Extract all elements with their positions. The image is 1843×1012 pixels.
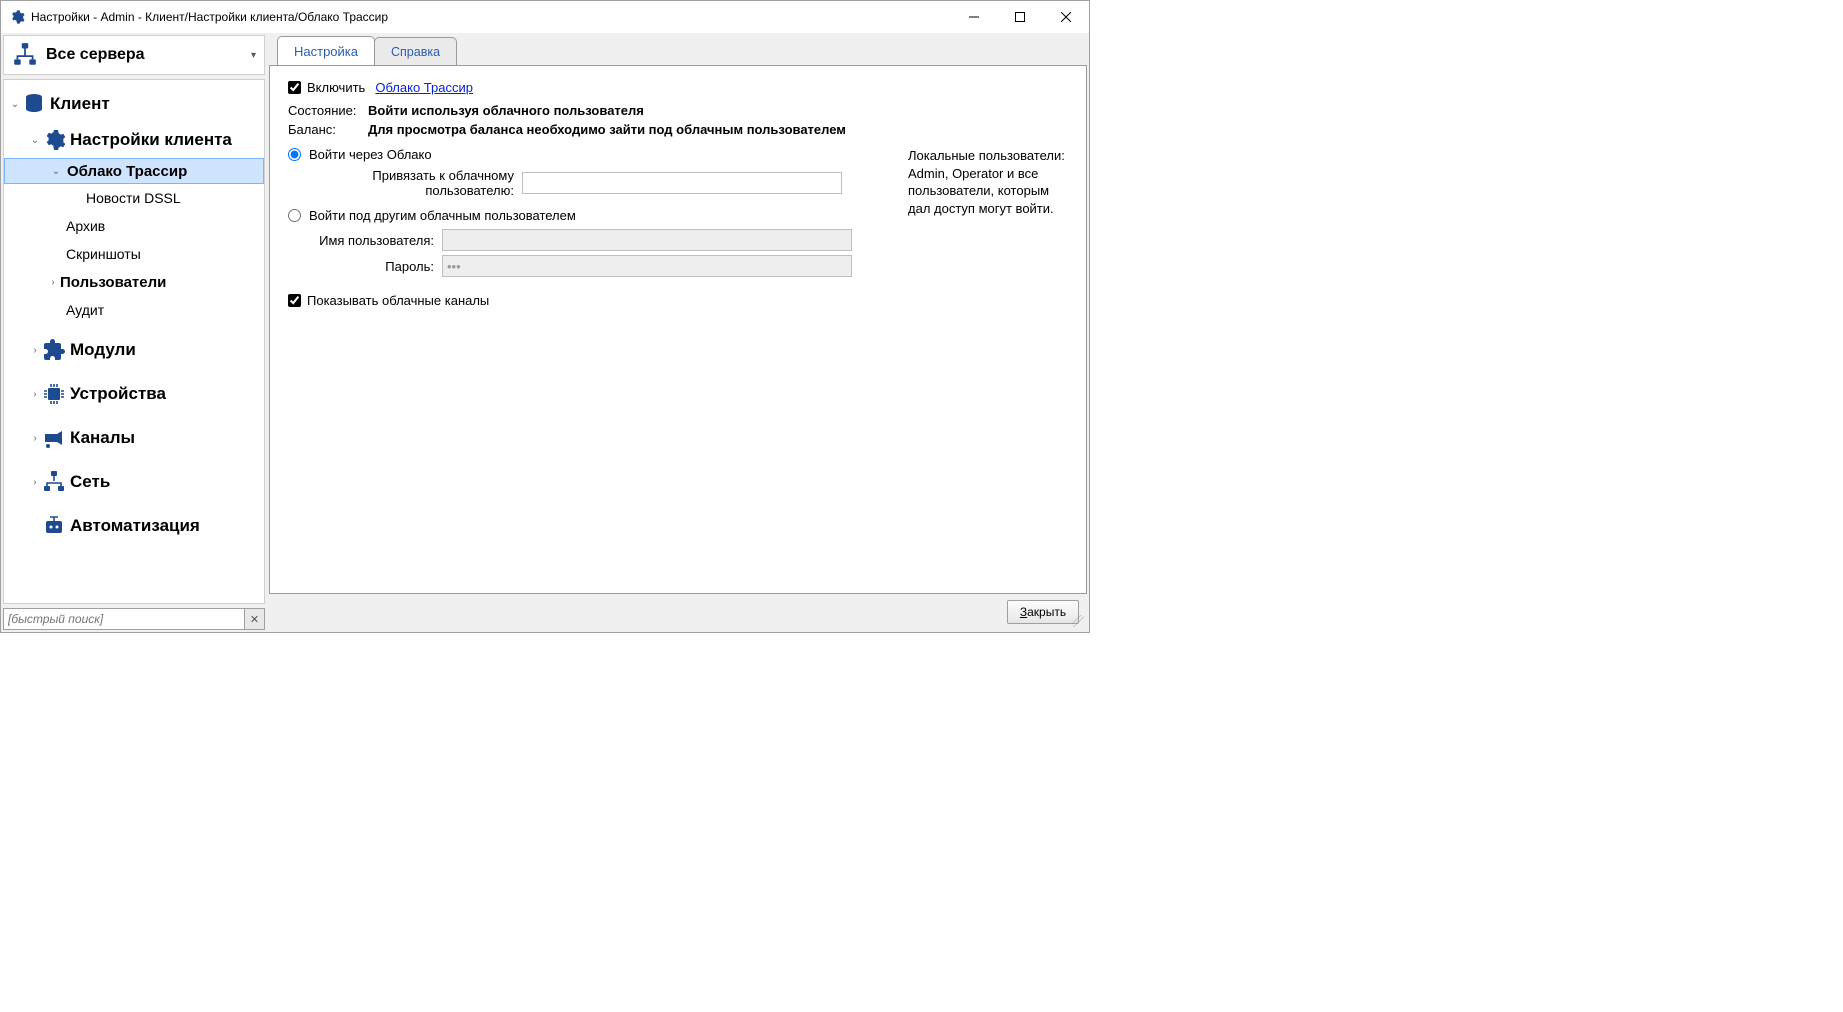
show-cloud-channels-checkbox[interactable] (288, 294, 301, 307)
tree-item-client-settings[interactable]: ⌄ Настройки клиента (4, 122, 264, 158)
password-input[interactable] (442, 255, 852, 277)
window-title: Настройки - Admin - Клиент/Настройки кли… (31, 10, 951, 24)
tree-label: Облако Трассир (67, 163, 187, 180)
tree-item-client[interactable]: ⌄ Клиент (4, 86, 264, 122)
minimize-button[interactable] (951, 1, 997, 33)
maximize-button[interactable] (997, 1, 1043, 33)
tree-label: Настройки клиента (70, 130, 232, 150)
tree-label: Сеть (70, 472, 110, 492)
server-selector[interactable]: Все сервера ▾ (3, 35, 265, 75)
gear-icon (42, 128, 66, 152)
bind-user-input[interactable] (522, 172, 842, 194)
state-value: Войти используя облачного пользователя (368, 103, 644, 118)
tab-help[interactable]: Справка (374, 37, 457, 65)
window-controls (951, 1, 1089, 33)
tree-label: Архив (66, 218, 105, 234)
chevron-down-icon[interactable]: ⌄ (28, 135, 42, 146)
tree-label: Аудит (66, 302, 104, 318)
tree-item-cloud-trassir[interactable]: ⌄ Облако Трассир (4, 158, 264, 184)
puzzle-icon (42, 338, 66, 362)
robot-icon (42, 514, 66, 538)
tree-label: Новости DSSL (86, 190, 181, 206)
tab-settings[interactable]: Настройка (277, 36, 375, 65)
tree-item-news-dssl[interactable]: Новости DSSL (4, 184, 264, 212)
login-other-label: Войти под другим облачным пользователем (309, 208, 576, 223)
tree-item-modules[interactable]: › Модули (4, 332, 264, 368)
username-input[interactable] (442, 229, 852, 251)
tree-item-channels[interactable]: › Каналы (4, 420, 264, 456)
chevron-right-icon[interactable]: › (28, 345, 42, 356)
enable-checkbox[interactable] (288, 81, 301, 94)
footer: Закрыть (269, 594, 1087, 630)
login-cloud-radio[interactable] (288, 148, 301, 161)
close-button[interactable] (1043, 1, 1089, 33)
server-selector-label: Все сервера (46, 46, 251, 64)
tree-label: Каналы (70, 428, 135, 448)
tree-item-audit[interactable]: Аудит (4, 296, 264, 324)
chevron-down-icon[interactable]: ⌄ (49, 166, 63, 177)
tree-label: Устройства (70, 384, 166, 404)
login-other-radio[interactable] (288, 209, 301, 222)
titlebar: Настройки - Admin - Клиент/Настройки кли… (1, 1, 1089, 33)
tree-label: Модули (70, 340, 136, 360)
chip-icon (42, 382, 66, 406)
login-cloud-label: Войти через Облако (309, 147, 432, 162)
clear-search-button[interactable]: ✕ (245, 608, 265, 630)
bind-user-label: Привязать к облачному пользователю: (312, 168, 522, 198)
tree-label: Автоматизация (70, 516, 200, 536)
sidebar: Все сервера ▾ ⌄ Клиент ⌄ Настройки клиен… (3, 35, 265, 630)
password-label: Пароль: (312, 259, 442, 274)
network-icon (42, 470, 66, 494)
tree-item-screenshots[interactable]: Скриншоты (4, 240, 264, 268)
chevron-down-icon[interactable]: ⌄ (8, 99, 22, 110)
tree-item-devices[interactable]: › Устройства (4, 376, 264, 412)
chevron-right-icon[interactable]: › (28, 477, 42, 488)
tab-label: Справка (391, 45, 440, 59)
quick-search: ✕ (3, 608, 265, 630)
tree-item-automation[interactable]: Автоматизация (4, 508, 264, 544)
show-cloud-channels-wrapper[interactable]: Показывать облачные каналы (288, 293, 489, 308)
enable-label: Включить (307, 80, 365, 95)
tree-label: Клиент (50, 94, 110, 114)
tree-label: Скриншоты (66, 246, 141, 262)
main-panel: Настройка Справка Включить Облако Трасси… (269, 35, 1087, 630)
tree-item-archive[interactable]: Архив (4, 212, 264, 240)
nav-tree: ⌄ Клиент ⌄ Настройки клиента ⌄ Облако Тр… (3, 79, 265, 604)
balance-value: Для просмотра баланса необходимо зайти п… (368, 122, 846, 137)
chevron-right-icon[interactable]: › (48, 277, 58, 288)
close-dialog-button[interactable]: Закрыть (1007, 600, 1079, 624)
tree-item-network[interactable]: › Сеть (4, 464, 264, 500)
camera-icon (42, 426, 66, 450)
balance-label: Баланс: (288, 122, 358, 137)
settings-window: Настройки - Admin - Клиент/Настройки кли… (0, 0, 1090, 633)
tree-item-users[interactable]: › Пользователи (4, 268, 264, 296)
state-label: Состояние: (288, 103, 358, 118)
resize-grip[interactable] (1072, 615, 1084, 627)
username-label: Имя пользователя: (312, 233, 442, 248)
enable-checkbox-wrapper[interactable]: Включить (288, 80, 365, 95)
show-cloud-channels-label: Показывать облачные каналы (307, 293, 489, 308)
chevron-down-icon: ▾ (251, 50, 256, 61)
network-icon (12, 42, 38, 68)
tab-label: Настройка (294, 44, 358, 59)
chevron-right-icon[interactable]: › (28, 433, 42, 444)
chevron-right-icon[interactable]: › (28, 389, 42, 400)
database-icon (22, 92, 46, 116)
local-users-note: Локальные пользователи: Admin, Operator … (908, 147, 1068, 316)
tabs: Настройка Справка (269, 35, 1087, 65)
content: Включить Облако Трассир Состояние: Войти… (269, 65, 1087, 594)
gear-icon (9, 9, 25, 25)
tree-label: Пользователи (60, 274, 166, 291)
quick-search-input[interactable] (3, 608, 245, 630)
cloud-trassir-link[interactable]: Облако Трассир (375, 80, 473, 95)
